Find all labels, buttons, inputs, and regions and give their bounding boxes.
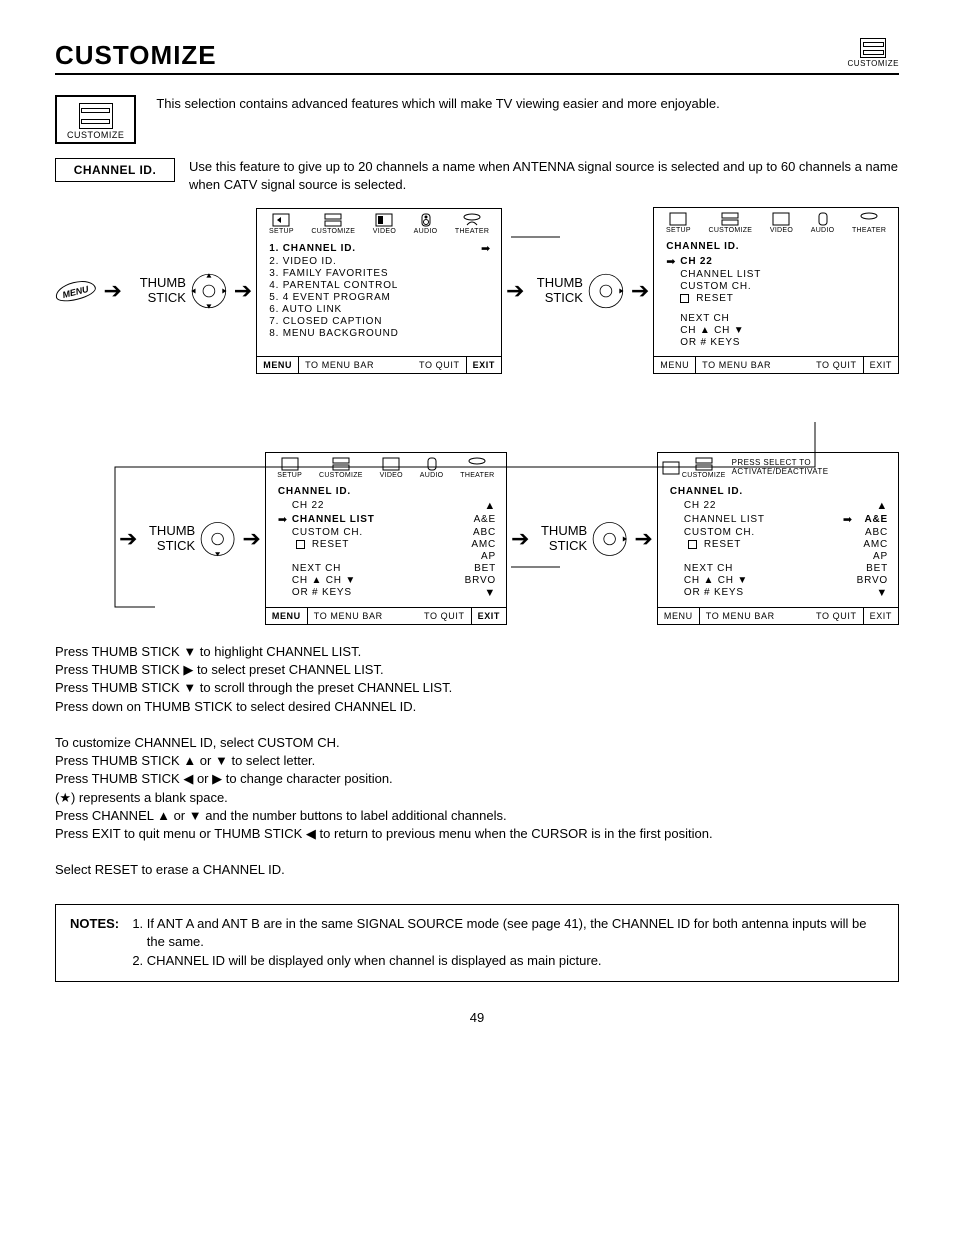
- intro-text: This selection contains advanced feature…: [156, 95, 899, 113]
- up-arrow-icon: ▲: [484, 500, 496, 512]
- menu-item: CH ▲ CH ▼: [680, 325, 744, 336]
- arrow-icon: ➔: [119, 526, 137, 552]
- thumbstick-icon: [188, 268, 230, 314]
- menu-item: CHANNEL LIST: [292, 514, 375, 525]
- menu-panel-channel-id: SETUP CUSTOMIZE VIDEO AUDIO THEATER CHAN…: [653, 207, 899, 374]
- menu-item: 2. VIDEO ID.: [269, 256, 336, 267]
- menu-item: CH 22: [670, 500, 716, 511]
- thumbstick-icon: [197, 516, 238, 562]
- menu-item: 5. 4 EVENT PROGRAM: [269, 292, 390, 303]
- list-item: BRVO: [465, 575, 496, 586]
- menu-item: 6. AUTO LINK: [269, 304, 342, 315]
- note-item: If ANT A and ANT B are in the same SIGNA…: [147, 915, 884, 953]
- menu-item: CH 22: [278, 500, 324, 511]
- menu-item: 7. CLOSED CAPTION: [269, 316, 382, 327]
- note-item: CHANNEL ID will be displayed only when c…: [147, 952, 884, 971]
- feature-channel-id-label: CHANNEL ID.: [55, 158, 175, 182]
- menu-item: NEXT CH: [670, 563, 733, 574]
- page-title: Customize: [55, 40, 899, 75]
- menu-item: 4. PARENTAL CONTROL: [269, 280, 398, 291]
- tab-setup: SETUP: [269, 213, 294, 235]
- menu-panel-channel-list: SETUP CUSTOMIZE VIDEO AUDIO THEATER CHAN…: [265, 452, 507, 625]
- menu-item: OR # KEYS: [278, 587, 352, 598]
- menu-panel-activate: CUSTOMIZE PRESS SELECT TO ACTIVATE/DEACT…: [657, 452, 899, 625]
- tab-theater: THEATER: [455, 213, 489, 235]
- menu-item: 3. FAMILY FAVORITES: [269, 268, 388, 279]
- right-arrow-icon: ➡: [278, 513, 288, 526]
- arrow-icon: ➔: [104, 278, 122, 304]
- list-item: A&E: [474, 514, 496, 525]
- menu-item: OR # KEYS: [670, 587, 744, 598]
- thumb-stick-label: THUMBSTICK: [533, 524, 587, 553]
- thumbstick-icon: [589, 516, 630, 562]
- menu-item: RESET: [696, 293, 733, 304]
- menu-item: CH ▲ CH ▼: [278, 575, 356, 586]
- thumb-stick-label: THUMBSTICK: [126, 276, 186, 305]
- arrow-icon: ➔: [234, 278, 252, 304]
- list-item: ABC: [865, 527, 888, 538]
- down-arrow-icon: ▼: [876, 587, 888, 599]
- menu-item: CH 22: [680, 256, 712, 267]
- menu-item: CHANNEL LIST: [680, 269, 761, 280]
- checkbox-icon: [680, 294, 689, 303]
- menu-item: NEXT CH: [278, 563, 341, 574]
- list-item: AMC: [471, 539, 496, 550]
- feature-channel-id-text: Use this feature to give up to 20 channe…: [189, 158, 899, 193]
- list-item: AMC: [863, 539, 888, 550]
- tab-video: VIDEO: [373, 213, 396, 235]
- checkbox-icon: [688, 540, 697, 549]
- menu-item: 1. CHANNEL ID.: [269, 243, 356, 254]
- right-arrow-icon: ➡: [843, 513, 853, 526]
- thumb-stick-label: THUMBSTICK: [528, 276, 583, 305]
- thumbstick-icon: [585, 268, 627, 314]
- thumb-stick-label: THUMBSTICK: [141, 524, 195, 553]
- checkbox-icon: [296, 540, 305, 549]
- menu-button-icon: MENU: [53, 277, 97, 304]
- menu-item: CH ▲ CH ▼: [670, 575, 748, 586]
- corner-customize-icon: CUSTOMIZE: [848, 38, 899, 68]
- arrow-icon: ➔: [506, 278, 524, 304]
- menu-item: CUSTOM CH.: [680, 281, 751, 292]
- page-number: 49: [55, 1010, 899, 1025]
- menu-item: 8. MENU BACKGROUND: [269, 328, 398, 339]
- list-item: A&E: [864, 514, 888, 525]
- list-item: BET: [474, 563, 496, 574]
- down-arrow-icon: ▼: [484, 587, 496, 599]
- menu-panel-customize-list: SETUP CUSTOMIZE VIDEO AUDIO THEATER 1. C…: [256, 208, 502, 374]
- tab-customize: CUSTOMIZE: [311, 213, 355, 235]
- arrow-icon: ➔: [631, 278, 649, 304]
- menu-item: CUSTOM CH.: [278, 527, 363, 538]
- list-item: BRVO: [857, 575, 888, 586]
- instructions-block: Press THUMB STICK ▼ to highlight CHANNEL…: [55, 643, 899, 879]
- right-arrow-icon: ➡: [666, 255, 676, 268]
- list-item: BET: [866, 563, 888, 574]
- arrow-icon: ➔: [242, 526, 260, 552]
- press-select-msg: PRESS SELECT TO ACTIVATE/DEACTIVATE: [728, 459, 894, 477]
- list-item: AP: [481, 551, 496, 562]
- tab-audio: AUDIO: [414, 213, 438, 235]
- customize-icon-box: CUSTOMIZE: [55, 95, 136, 144]
- menu-item: CUSTOM CH.: [670, 527, 755, 538]
- up-arrow-icon: ▲: [876, 500, 888, 512]
- menu-footer: MENUTO MENU BAR TO QUITEXIT: [257, 356, 501, 373]
- arrow-icon: ➔: [634, 526, 652, 552]
- menu-item: RESET: [312, 539, 349, 550]
- list-item: AP: [873, 551, 888, 562]
- menu-item: RESET: [704, 539, 741, 550]
- arrow-icon: ➔: [511, 526, 529, 552]
- right-arrow-icon: ➡: [481, 242, 491, 255]
- notes-box: NOTES: If ANT A and ANT B are in the sam…: [55, 904, 899, 983]
- list-item: ABC: [473, 527, 496, 538]
- menu-item: OR # KEYS: [680, 337, 740, 348]
- menu-item: NEXT CH: [680, 313, 729, 324]
- menu-item: CHANNEL LIST: [670, 514, 765, 525]
